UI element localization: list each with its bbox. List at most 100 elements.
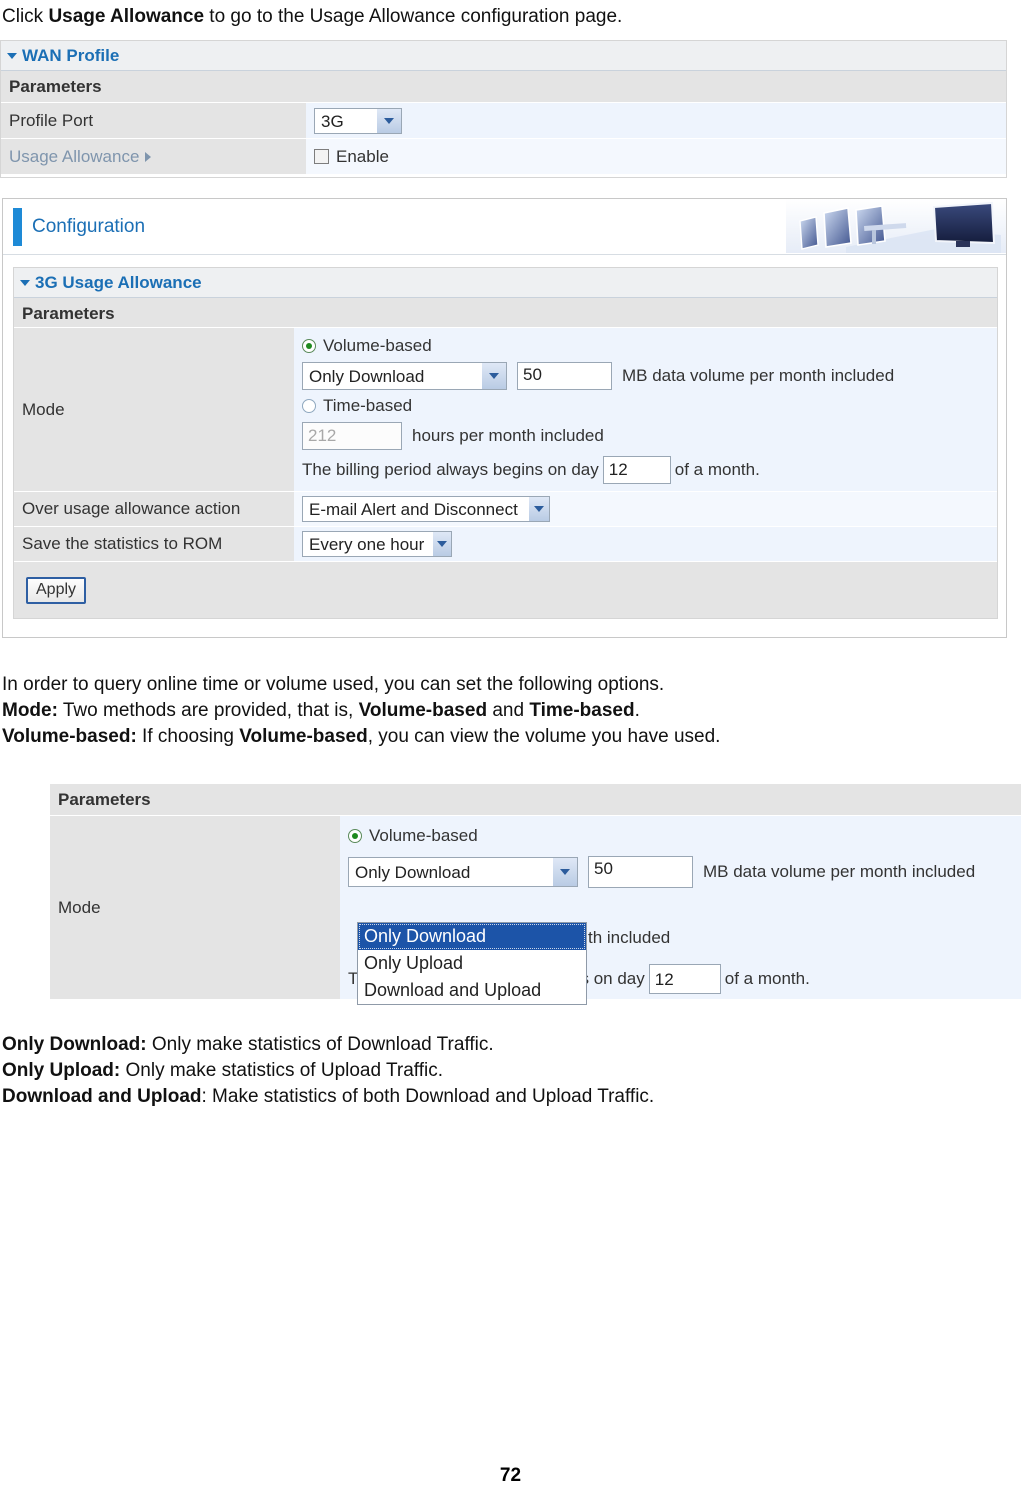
usage-allowance-link-label: Usage Allowance: [9, 146, 140, 166]
over-usage-action-label: Over usage allowance action: [14, 492, 294, 526]
volume-amount-suffix: MB data volume per month included: [622, 365, 895, 385]
usage-allowance-enable-label: Enable: [336, 146, 389, 166]
mode-value-cell: Volume-based Only Download 50 MB data vo…: [294, 328, 997, 491]
volume-amount-suffix-dropdown: MB data volume per month included: [703, 862, 976, 881]
save-statistics-value-cell: Every one hour: [294, 527, 997, 561]
bottom-line-3: Download and Upload: Make statistics of …: [2, 1084, 654, 1110]
chevron-right-icon: [145, 151, 152, 162]
middle-line-3-a: If choosing: [136, 726, 240, 747]
volume-amount-input[interactable]: 50: [517, 361, 612, 390]
billing-period-suffix: of a month.: [674, 459, 760, 479]
volume-type-option-list[interactable]: Only Download Only Upload Download and U…: [357, 922, 587, 1005]
over-usage-action-select-value: E-mail Alert and Disconnect: [309, 500, 518, 519]
middle-line-3: Volume-based: If choosing Volume-based, …: [2, 724, 720, 750]
mode-term: Mode:: [2, 700, 58, 721]
intro-text-after: to go to the Usage Allowance configurati…: [204, 6, 623, 27]
table-row-mode-dropdown: Mode Volume-based Only Download 50 MB da…: [50, 816, 1021, 1005]
save-statistics-label: Save the statistics to ROM: [14, 527, 294, 561]
chevron-down-icon: [552, 858, 577, 886]
volume-amount-input-dropdown[interactable]: 50: [588, 856, 693, 888]
middle-line-2-a: Two methods are provided, that is,: [57, 700, 359, 721]
chevron-down-icon: [481, 362, 506, 389]
usage-allowance-section-title: 3G Usage Allowance: [35, 272, 202, 292]
volume-based-term: Volume-based: [358, 700, 488, 721]
middle-line-2-b: and: [487, 700, 530, 721]
middle-line-1: In order to query online time or volume …: [2, 674, 665, 695]
bottom-line-1-rest: Only make statistics of Download Traffic…: [146, 1034, 494, 1055]
wan-profile-section-title: WAN Profile: [22, 45, 120, 65]
option-download-and-upload[interactable]: Download and Upload: [358, 977, 586, 1004]
accent-bar: [13, 207, 22, 246]
download-and-upload-term: Download and Upload: [2, 1086, 202, 1107]
time-based-label: Time-based: [323, 395, 413, 415]
bottom-paragraph: Only Download: Only make statistics of D…: [2, 1032, 654, 1110]
volume-type-select-value: Only Download: [309, 366, 425, 386]
chevron-down-icon: [20, 279, 30, 286]
table-row-mode: Mode Volume-based Only Download 50 MB da…: [14, 328, 997, 492]
usage-allowance-label-cell[interactable]: Usage Allowance: [1, 139, 306, 174]
billing-period-row: The billing period always begins on day …: [302, 455, 760, 484]
billing-day-input-dropdown[interactable]: 12: [648, 964, 721, 994]
configuration-card: Configuration 3G Usage Allowance Paramet…: [2, 198, 1007, 638]
office-banner-image: [786, 199, 1006, 253]
volume-based-label-dropdown: Volume-based: [369, 826, 478, 845]
chevron-down-icon: [432, 532, 451, 556]
page-number: 72: [499, 1465, 522, 1486]
save-statistics-select[interactable]: Every one hour: [302, 531, 452, 557]
option-only-download[interactable]: Only Download: [358, 923, 586, 950]
volume-type-select[interactable]: Only Download: [302, 361, 507, 390]
middle-paragraph: In order to query online time or volume …: [2, 672, 720, 750]
volume-based-radio-dropdown[interactable]: [348, 829, 362, 843]
chevron-down-icon: [7, 52, 17, 59]
save-statistics-select-value: Every one hour: [309, 535, 425, 554]
intro-text-bold: Usage Allowance: [48, 6, 205, 27]
hidden-hours-suffix: th included: [588, 928, 671, 947]
chevron-down-icon: [528, 497, 549, 521]
usage-allowance-value-cell: Enable: [306, 139, 1006, 174]
volume-based-radio[interactable]: [302, 338, 316, 353]
hours-input[interactable]: 212: [302, 421, 402, 450]
usage-allowance-enable-checkbox[interactable]: [314, 149, 329, 164]
profile-port-value-cell: 3G: [306, 103, 1006, 138]
over-usage-action-select[interactable]: E-mail Alert and Disconnect: [302, 496, 550, 522]
volume-controls-row: Only Download 50 MB data volume per mont…: [302, 361, 895, 390]
volume-based-term-2: Volume-based:: [2, 726, 137, 747]
option-only-upload[interactable]: Only Upload: [358, 950, 586, 977]
bottom-line-3-rest: : Make statistics of both Download and U…: [201, 1086, 655, 1107]
volume-based-option[interactable]: Volume-based: [302, 336, 432, 356]
table-row-usage-allowance: Usage Allowance Enable: [1, 139, 1006, 175]
configuration-header: Configuration: [3, 199, 1006, 255]
time-based-radio[interactable]: [302, 398, 316, 413]
hours-suffix: hours per month included: [412, 425, 604, 445]
chevron-down-icon: [376, 108, 401, 133]
intro-paragraph: Click Usage Allowance to go to the Usage…: [2, 4, 622, 30]
apply-bar: Apply: [14, 562, 997, 618]
office-banner-svg: [786, 199, 1006, 253]
volume-type-select-open[interactable]: Only Download: [348, 857, 578, 887]
usage-allowance-section-header[interactable]: 3G Usage Allowance: [14, 268, 997, 298]
bottom-line-1: Only Download: Only make statistics of D…: [2, 1032, 654, 1058]
volume-type-select-open-value: Only Download: [355, 863, 471, 882]
time-based-option[interactable]: Time-based: [302, 396, 412, 416]
middle-line-2-c: .: [634, 700, 640, 721]
dropdown-example-panel: Parameters Mode Volume-based Only Downlo…: [50, 784, 1021, 1005]
over-usage-action-value-cell: E-mail Alert and Disconnect: [294, 492, 997, 526]
usage-allowance-section: 3G Usage Allowance Parameters Mode Volum…: [13, 267, 998, 619]
mode-label-dropdown: Mode: [50, 816, 340, 999]
profile-port-select[interactable]: 3G: [314, 107, 402, 134]
hours-controls-row: 212 hours per month included: [302, 421, 604, 450]
volume-controls-row-dropdown: Only Download 50 MB data volume per mont…: [348, 856, 975, 888]
time-based-term: Time-based: [529, 700, 635, 721]
dropdown-parameters-header: Parameters: [50, 784, 1021, 816]
volume-based-option-dropdown[interactable]: Volume-based: [348, 826, 478, 846]
apply-button[interactable]: Apply: [26, 576, 87, 604]
table-row-over-usage-action: Over usage allowance action E-mail Alert…: [14, 492, 997, 527]
profile-port-select-value: 3G: [321, 111, 344, 131]
usage-allowance-parameters-header: Parameters: [14, 298, 997, 328]
only-download-term: Only Download:: [2, 1034, 147, 1055]
usage-allowance-link[interactable]: Usage Allowance: [9, 146, 152, 167]
wan-profile-section-header[interactable]: WAN Profile: [1, 41, 1006, 71]
billing-day-input[interactable]: 12: [602, 455, 671, 484]
page-title: Configuration: [32, 215, 146, 237]
profile-port-label: Profile Port: [1, 103, 306, 138]
